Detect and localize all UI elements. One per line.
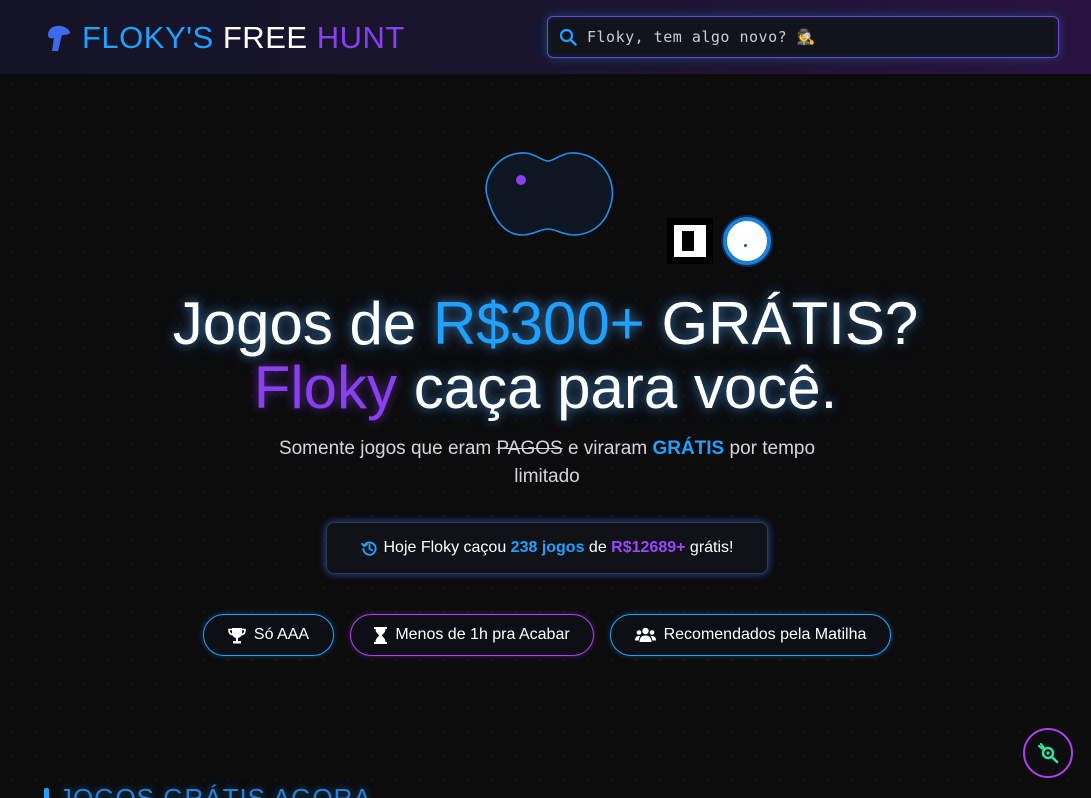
mascot-illustration	[485, 152, 614, 236]
brand-part-1: FLOKY'S	[82, 20, 214, 55]
headline-line2-post: caça para você.	[397, 354, 838, 421]
hero-subline: Somente jogos que eram PAGOS e viraram G…	[250, 435, 844, 491]
headline-price: R$300+	[432, 290, 645, 357]
subline-mid: e viraram	[562, 438, 653, 459]
filter-ending-soon-button[interactable]: Menos de 1h pra Acabar	[350, 614, 594, 656]
stats-games: 238 jogos	[510, 539, 585, 556]
brand-name: FLOKY'S FREE HUNT	[82, 20, 405, 56]
stats-value: R$12689+	[611, 539, 686, 556]
hero-headline: Jogos de R$300+ GRÁTIS? Floky caça para …	[0, 292, 1091, 420]
headline-line1: Jogos de R$300+ GRÁTIS?	[173, 290, 918, 357]
search-input[interactable]	[587, 17, 1058, 57]
stats-post: grátis!	[685, 539, 734, 556]
floating-paw-button[interactable]	[1023, 728, 1073, 778]
filter-recommended-label: Recomendados pela Matilha	[663, 626, 867, 643]
brand-part-2: FREE	[222, 20, 308, 55]
epic-games-icon-glyph	[674, 225, 706, 257]
headline-line1-post: GRÁTIS?	[644, 290, 919, 357]
headline-line2: Floky caça para você.	[254, 354, 838, 421]
stats-pre: Hoje Floky caçou	[383, 539, 511, 556]
history-icon	[360, 541, 377, 556]
section-accent-bar	[44, 788, 49, 798]
trophy-icon	[228, 627, 246, 643]
epic-games-icon[interactable]	[667, 218, 713, 264]
section-header: JOGOS GRÁTIS AGORA	[44, 782, 372, 798]
paw-icon	[1037, 742, 1059, 764]
subline-strong: GRÁTIS	[652, 438, 725, 459]
subline-pre: Somente jogos que eram	[278, 438, 497, 459]
subline-struck: PAGOS	[496, 438, 563, 459]
users-icon	[634, 627, 656, 642]
headline-floky: Floky	[253, 354, 398, 421]
dog-head-icon	[48, 25, 70, 51]
search-bar[interactable]	[547, 16, 1059, 58]
brand-logo[interactable]: FLOKY'S FREE HUNT	[44, 18, 405, 58]
hourglass-icon	[374, 626, 388, 644]
top-header: FLOKY'S FREE HUNT	[0, 0, 1091, 74]
filter-recommended-button[interactable]: Recomendados pela Matilha	[610, 614, 891, 656]
filter-aaa-button[interactable]: Só AAA	[203, 614, 334, 656]
section-title: JOGOS GRÁTIS AGORA	[59, 782, 372, 798]
stats-banner: Hoje Floky caçou 238 jogos de R$12689+ g…	[326, 522, 768, 574]
filter-ending-soon-label: Menos de 1h pra Acabar	[395, 626, 570, 643]
steam-icon[interactable]	[723, 217, 771, 265]
headline-line1-pre: Jogos de	[172, 290, 433, 357]
stats-text: Hoje Floky caçou 238 jogos de R$12689+ g…	[384, 539, 734, 557]
search-icon	[559, 28, 577, 46]
brand-part-3: HUNT	[316, 20, 405, 55]
stats-mid: de	[584, 539, 612, 556]
filter-aaa-label: Só AAA	[253, 626, 310, 643]
